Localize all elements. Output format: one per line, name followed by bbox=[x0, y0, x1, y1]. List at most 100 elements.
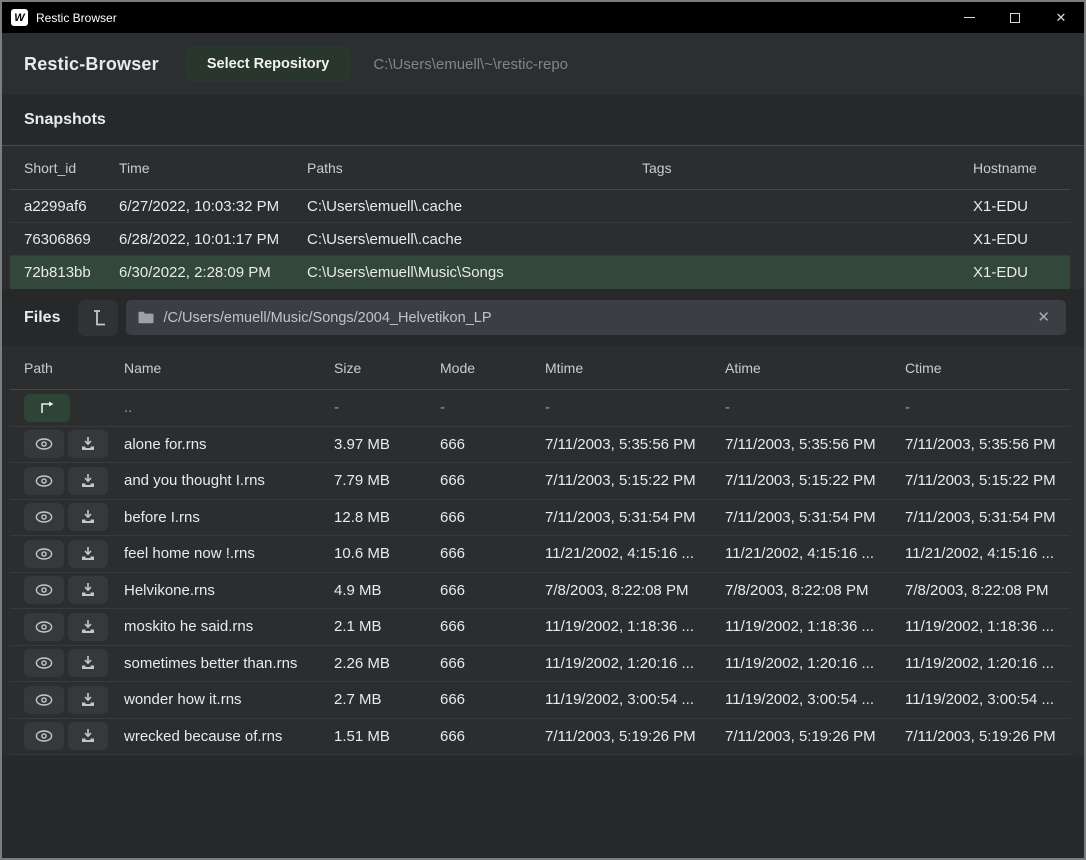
preview-file-button[interactable] bbox=[24, 540, 64, 568]
file-name: wonder how it.rns bbox=[110, 691, 320, 708]
preview-file-button[interactable] bbox=[24, 503, 64, 531]
files-toolbar: Files /C/Users/emuell/Music/Songs/2004_H… bbox=[2, 289, 1084, 346]
repository-path-text: C:\Users\emuell\~\restic-repo bbox=[373, 56, 568, 73]
snapshot-time: 6/30/2022, 2:28:09 PM bbox=[105, 264, 293, 281]
download-icon bbox=[81, 656, 95, 670]
file-atime: 11/21/2002, 4:15:16 ... bbox=[711, 545, 891, 562]
file-ctime: 7/8/2003, 8:22:08 PM bbox=[891, 582, 1070, 599]
download-icon bbox=[81, 620, 95, 634]
download-file-button[interactable] bbox=[68, 722, 108, 750]
file-mtime: - bbox=[531, 399, 711, 416]
download-file-button[interactable] bbox=[68, 686, 108, 714]
preview-file-button[interactable] bbox=[24, 613, 64, 641]
eye-icon bbox=[35, 730, 53, 742]
file-ctime: 7/11/2003, 5:19:26 PM bbox=[891, 728, 1070, 745]
file-atime: 11/19/2002, 1:18:36 ... bbox=[711, 618, 891, 635]
eye-icon bbox=[35, 475, 53, 487]
snapshots-table: Short_id Time Paths Tags Hostname a2299a… bbox=[2, 146, 1084, 289]
col-time: Time bbox=[105, 160, 293, 176]
go-parent-directory-button[interactable] bbox=[24, 394, 70, 422]
file-mode: 666 bbox=[426, 545, 531, 562]
download-icon bbox=[81, 437, 95, 451]
col-ctime: Ctime bbox=[891, 360, 1070, 376]
download-icon bbox=[81, 729, 95, 743]
preview-file-button[interactable] bbox=[24, 649, 64, 677]
file-ctime: 11/19/2002, 1:20:16 ... bbox=[891, 655, 1070, 672]
file-row: moskito he said.rns 2.1 MB 666 11/19/200… bbox=[10, 609, 1070, 646]
file-size: 10.6 MB bbox=[320, 545, 426, 562]
preview-file-button[interactable] bbox=[24, 686, 64, 714]
file-atime: 7/11/2003, 5:31:54 PM bbox=[711, 509, 891, 526]
file-ctime: 7/11/2003, 5:35:56 PM bbox=[891, 436, 1070, 453]
download-file-button[interactable] bbox=[68, 503, 108, 531]
select-repository-button[interactable]: Select Repository bbox=[185, 46, 352, 82]
files-header-row: Path Name Size Mode Mtime Atime Ctime bbox=[10, 346, 1070, 390]
file-mtime: 7/11/2003, 5:19:26 PM bbox=[531, 728, 711, 745]
snapshots-section-header: Snapshots bbox=[2, 95, 1084, 146]
file-size: 7.79 MB bbox=[320, 472, 426, 489]
preview-file-button[interactable] bbox=[24, 430, 64, 458]
preview-file-button[interactable] bbox=[24, 576, 64, 604]
close-button[interactable]: ✕ bbox=[1038, 2, 1084, 33]
files-table: Path Name Size Mode Mtime Atime Ctime ..… bbox=[2, 346, 1084, 755]
maximize-button[interactable] bbox=[992, 2, 1038, 33]
eye-icon bbox=[35, 694, 53, 706]
snapshot-time: 6/27/2022, 10:03:32 PM bbox=[105, 198, 293, 215]
empty-area bbox=[2, 755, 1084, 858]
download-icon bbox=[81, 510, 95, 524]
file-size: 4.9 MB bbox=[320, 582, 426, 599]
col-hostname: Hostname bbox=[959, 160, 1070, 176]
snapshot-row[interactable]: a2299af6 6/27/2022, 10:03:32 PM C:\Users… bbox=[10, 190, 1070, 223]
file-atime: 11/19/2002, 3:00:54 ... bbox=[711, 691, 891, 708]
eye-icon bbox=[35, 584, 53, 596]
minimize-button[interactable] bbox=[946, 2, 992, 33]
file-row: wrecked because of.rns 1.51 MB 666 7/11/… bbox=[10, 719, 1070, 756]
file-mtime: 11/19/2002, 1:20:16 ... bbox=[531, 655, 711, 672]
file-ctime: 11/19/2002, 1:18:36 ... bbox=[891, 618, 1070, 635]
file-mtime: 7/8/2003, 8:22:08 PM bbox=[531, 582, 711, 599]
file-mtime: 7/11/2003, 5:35:56 PM bbox=[531, 436, 711, 453]
snapshots-title: Snapshots bbox=[24, 111, 106, 129]
title-bar: W Restic Browser ✕ bbox=[2, 2, 1084, 33]
download-file-button[interactable] bbox=[68, 576, 108, 604]
download-file-button[interactable] bbox=[68, 649, 108, 677]
snapshot-paths: C:\Users\emuell\.cache bbox=[293, 231, 628, 248]
snapshot-paths: C:\Users\emuell\Music\Songs bbox=[293, 264, 628, 281]
file-mode: 666 bbox=[426, 655, 531, 672]
col-mode: Mode bbox=[426, 360, 531, 376]
file-mtime: 11/19/2002, 1:18:36 ... bbox=[531, 618, 711, 635]
folder-icon bbox=[138, 311, 154, 324]
current-path-field[interactable]: /C/Users/emuell/Music/Songs/2004_Helveti… bbox=[126, 300, 1066, 335]
download-file-button[interactable] bbox=[68, 430, 108, 458]
eye-icon bbox=[35, 511, 53, 523]
file-mode: - bbox=[426, 399, 531, 416]
file-row: and you thought I.rns 7.79 MB 666 7/11/2… bbox=[10, 463, 1070, 500]
download-icon bbox=[81, 583, 95, 597]
clear-path-button[interactable]: ✕ bbox=[1033, 308, 1054, 327]
download-file-button[interactable] bbox=[68, 467, 108, 495]
tree-list-toggle-button[interactable] bbox=[78, 300, 118, 336]
file-size: 12.8 MB bbox=[320, 509, 426, 526]
download-file-button[interactable] bbox=[68, 613, 108, 641]
download-icon bbox=[81, 474, 95, 488]
download-file-button[interactable] bbox=[68, 540, 108, 568]
file-atime: 7/11/2003, 5:15:22 PM bbox=[711, 472, 891, 489]
snapshot-time: 6/28/2022, 10:01:17 PM bbox=[105, 231, 293, 248]
file-size: 3.97 MB bbox=[320, 436, 426, 453]
file-mtime: 7/11/2003, 5:31:54 PM bbox=[531, 509, 711, 526]
snapshot-row-selected[interactable]: 72b813bb 6/30/2022, 2:28:09 PM C:\Users\… bbox=[10, 256, 1070, 289]
col-paths: Paths bbox=[293, 160, 628, 176]
file-size: 2.1 MB bbox=[320, 618, 426, 635]
go-up-arrow-icon bbox=[39, 401, 55, 414]
file-row: before I.rns 12.8 MB 666 7/11/2003, 5:31… bbox=[10, 500, 1070, 537]
snapshot-row[interactable]: 76306869 6/28/2022, 10:01:17 PM C:\Users… bbox=[10, 223, 1070, 256]
file-mtime: 11/21/2002, 4:15:16 ... bbox=[531, 545, 711, 562]
file-name: sometimes better than.rns bbox=[110, 655, 320, 672]
minimize-icon bbox=[964, 17, 975, 18]
file-ctime: - bbox=[891, 399, 1070, 416]
file-mode: 666 bbox=[426, 436, 531, 453]
preview-file-button[interactable] bbox=[24, 467, 64, 495]
col-mtime: Mtime bbox=[531, 360, 711, 376]
preview-file-button[interactable] bbox=[24, 722, 64, 750]
eye-icon bbox=[35, 657, 53, 669]
